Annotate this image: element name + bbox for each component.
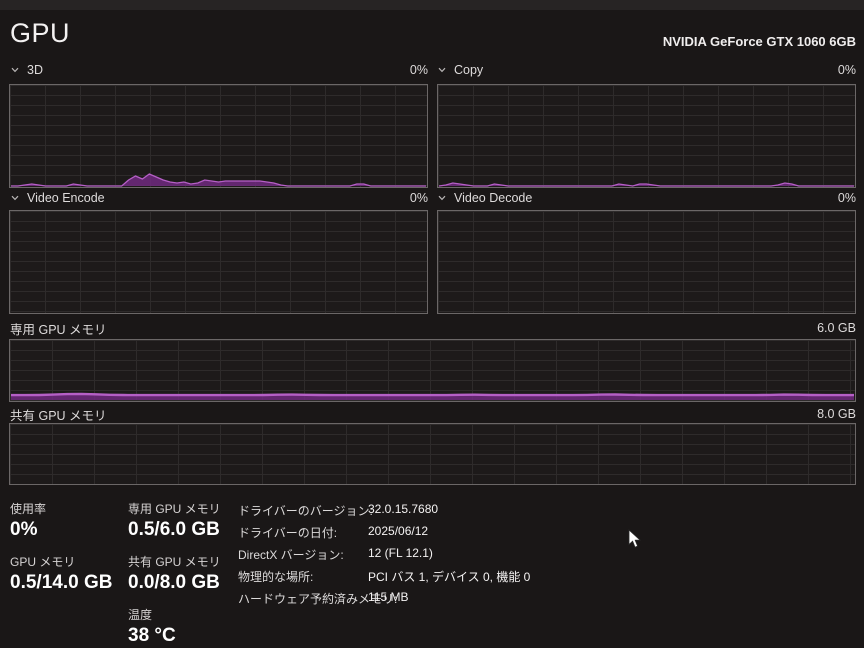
stats-column-1: 使用率 0% GPU メモリ 0.5/14.0 GB — [10, 500, 128, 648]
detail-label: ハードウェア予約済みメモリ: — [238, 590, 368, 607]
detail-row-driver-version: ドライバーのバージョン: 32.0.15.7680 — [238, 502, 530, 519]
chart-video-encode — [9, 210, 428, 314]
detail-row-hardware-reserved-memory: ハードウェア予約済みメモリ: 115 MB — [238, 590, 530, 607]
gpu-performance-page: GPU NVIDIA GeForce GTX 1060 6GB 3D 0% Co… — [0, 0, 864, 648]
detail-value: 12 (FL 12.1) — [368, 546, 433, 563]
detail-value: 2025/06/12 — [368, 524, 428, 541]
utilization-label: 使用率 — [10, 500, 128, 517]
gpu-memory-label: GPU メモリ — [10, 553, 128, 570]
chart-max-label: 8.0 GB — [817, 407, 856, 421]
stats-column-2: 専用 GPU メモリ 0.5/6.0 GB 共有 GPU メモリ 0.0/8.0… — [128, 500, 238, 648]
chart-current-value: 0% — [410, 63, 428, 77]
detail-row-driver-date: ドライバーの日付: 2025/06/12 — [238, 524, 530, 541]
chart-title: Video Decode — [454, 191, 532, 205]
chart-video-decode — [437, 210, 856, 314]
detail-row-physical-location: 物理的な場所: PCI バス 1, デバイス 0, 機能 0 — [238, 568, 530, 585]
mouse-cursor — [628, 529, 642, 554]
chart-title: Video Encode — [27, 191, 105, 205]
dedicated-memory-label: 専用 GPU メモリ — [128, 500, 238, 517]
chart-toggle-copy[interactable]: Copy — [437, 63, 483, 77]
chart-max-label: 6.0 GB — [817, 321, 856, 335]
chart-header-video-encode: Video Encode 0% — [10, 190, 428, 206]
chart-title: 3D — [27, 63, 43, 77]
chart-header-shared-memory: 共有 GPU メモリ 8.0 GB — [10, 406, 856, 422]
temperature-label: 温度 — [128, 606, 238, 623]
chevron-down-icon — [437, 65, 447, 75]
gpu-memory-value: 0.5/14.0 GB — [10, 572, 128, 594]
chart-title-shared-memory: 共有 GPU メモリ — [10, 405, 107, 424]
chart-3d — [9, 84, 428, 188]
chart-current-value: 0% — [410, 191, 428, 205]
shared-memory-value: 0.0/8.0 GB — [128, 572, 238, 594]
chart-current-value: 0% — [838, 63, 856, 77]
chart-header-video-decode: Video Decode 0% — [437, 190, 856, 206]
chart-toggle-video-decode[interactable]: Video Decode — [437, 191, 532, 205]
detail-label: DirectX バージョン: — [238, 546, 368, 563]
detail-value: 32.0.15.7680 — [368, 502, 438, 519]
chart-toggle-3d[interactable]: 3D — [10, 63, 43, 77]
detail-value: 115 MB — [368, 590, 408, 607]
chart-current-value: 0% — [838, 191, 856, 205]
chart-title: 共有 GPU メモリ — [10, 405, 107, 424]
detail-label: ドライバーのバージョン: — [238, 502, 368, 519]
shared-memory-label: 共有 GPU メモリ — [128, 553, 238, 570]
chart-header-copy: Copy 0% — [437, 62, 856, 78]
chart-title: Copy — [454, 63, 483, 77]
chart-title-dedicated-memory: 専用 GPU メモリ — [10, 319, 107, 338]
chevron-down-icon — [437, 193, 447, 203]
detail-label: ドライバーの日付: — [238, 524, 368, 541]
driver-details: ドライバーのバージョン: 32.0.15.7680 ドライバーの日付: 2025… — [238, 502, 530, 612]
chart-copy — [437, 84, 856, 188]
chart-header-dedicated-memory: 専用 GPU メモリ 6.0 GB — [10, 320, 856, 336]
detail-label: 物理的な場所: — [238, 568, 368, 585]
top-strip — [0, 0, 864, 10]
chart-toggle-video-encode[interactable]: Video Encode — [10, 191, 105, 205]
chart-dedicated-memory — [9, 339, 856, 402]
detail-row-directx-version: DirectX バージョン: 12 (FL 12.1) — [238, 546, 530, 563]
gpu-device-name: NVIDIA GeForce GTX 1060 6GB — [663, 34, 856, 49]
temperature-value: 38 °C — [128, 625, 238, 647]
stats-section: 使用率 0% GPU メモリ 0.5/14.0 GB 専用 GPU メモリ 0.… — [10, 500, 238, 648]
chart-header-3d: 3D 0% — [10, 62, 428, 78]
page-title: GPU — [10, 18, 70, 49]
dedicated-memory-value: 0.5/6.0 GB — [128, 519, 238, 541]
chart-title: 専用 GPU メモリ — [10, 319, 107, 338]
detail-value: PCI バス 1, デバイス 0, 機能 0 — [368, 568, 530, 585]
chevron-down-icon — [10, 65, 20, 75]
utilization-value: 0% — [10, 519, 128, 541]
chart-shared-memory — [9, 423, 856, 485]
chevron-down-icon — [10, 193, 20, 203]
